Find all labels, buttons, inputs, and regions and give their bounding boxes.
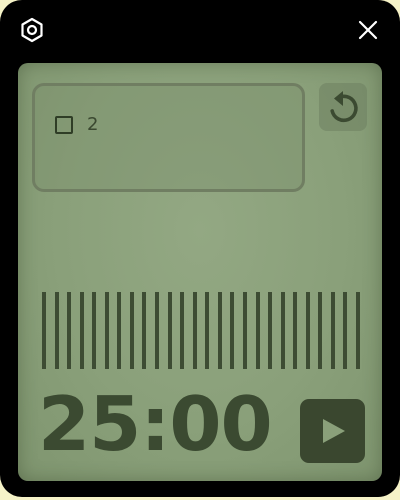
progress-tick (117, 292, 122, 369)
reset-button[interactable] (319, 83, 367, 131)
progress-tick (268, 292, 273, 369)
progress-tick (293, 292, 298, 369)
progress-tick (167, 292, 172, 369)
progress-tick (242, 292, 247, 369)
progress-tick (255, 292, 260, 369)
play-button[interactable] (300, 399, 365, 463)
progress-tick (54, 292, 59, 369)
progress-tick (217, 292, 222, 369)
lcd-screen: 2 25:00 (18, 63, 382, 481)
reset-icon (330, 91, 358, 123)
progress-tick (318, 292, 323, 369)
timer-window: 2 25:00 (0, 0, 400, 497)
progress-tick (343, 292, 348, 369)
task-checkbox[interactable] (55, 115, 73, 134)
close-button[interactable] (352, 14, 384, 46)
task-panel: 2 (32, 83, 305, 192)
progress-tick (42, 292, 46, 369)
progress-tick (129, 292, 134, 369)
settings-button[interactable] (16, 14, 48, 46)
progress-tick (79, 292, 84, 369)
progress-tick (305, 292, 310, 369)
progress-tick (180, 292, 185, 369)
task-item[interactable]: 2 (55, 114, 98, 135)
progress-tick (92, 292, 97, 369)
progress-tick (205, 292, 210, 369)
progress-tick (280, 292, 285, 369)
progress-tick (330, 292, 335, 369)
time-display: 25:00 (38, 380, 273, 468)
progress-tick (230, 292, 235, 369)
progress-tick (155, 292, 160, 369)
play-icon (322, 419, 345, 443)
progress-ticks (42, 292, 360, 369)
close-icon (358, 20, 378, 40)
progress-tick (192, 292, 197, 369)
progress-tick (142, 292, 147, 369)
task-label: 2 (87, 114, 99, 135)
hexagon-gear-icon (21, 17, 43, 43)
titlebar (0, 0, 400, 62)
progress-tick (356, 292, 360, 369)
progress-tick (67, 292, 72, 369)
progress-tick (104, 292, 109, 369)
